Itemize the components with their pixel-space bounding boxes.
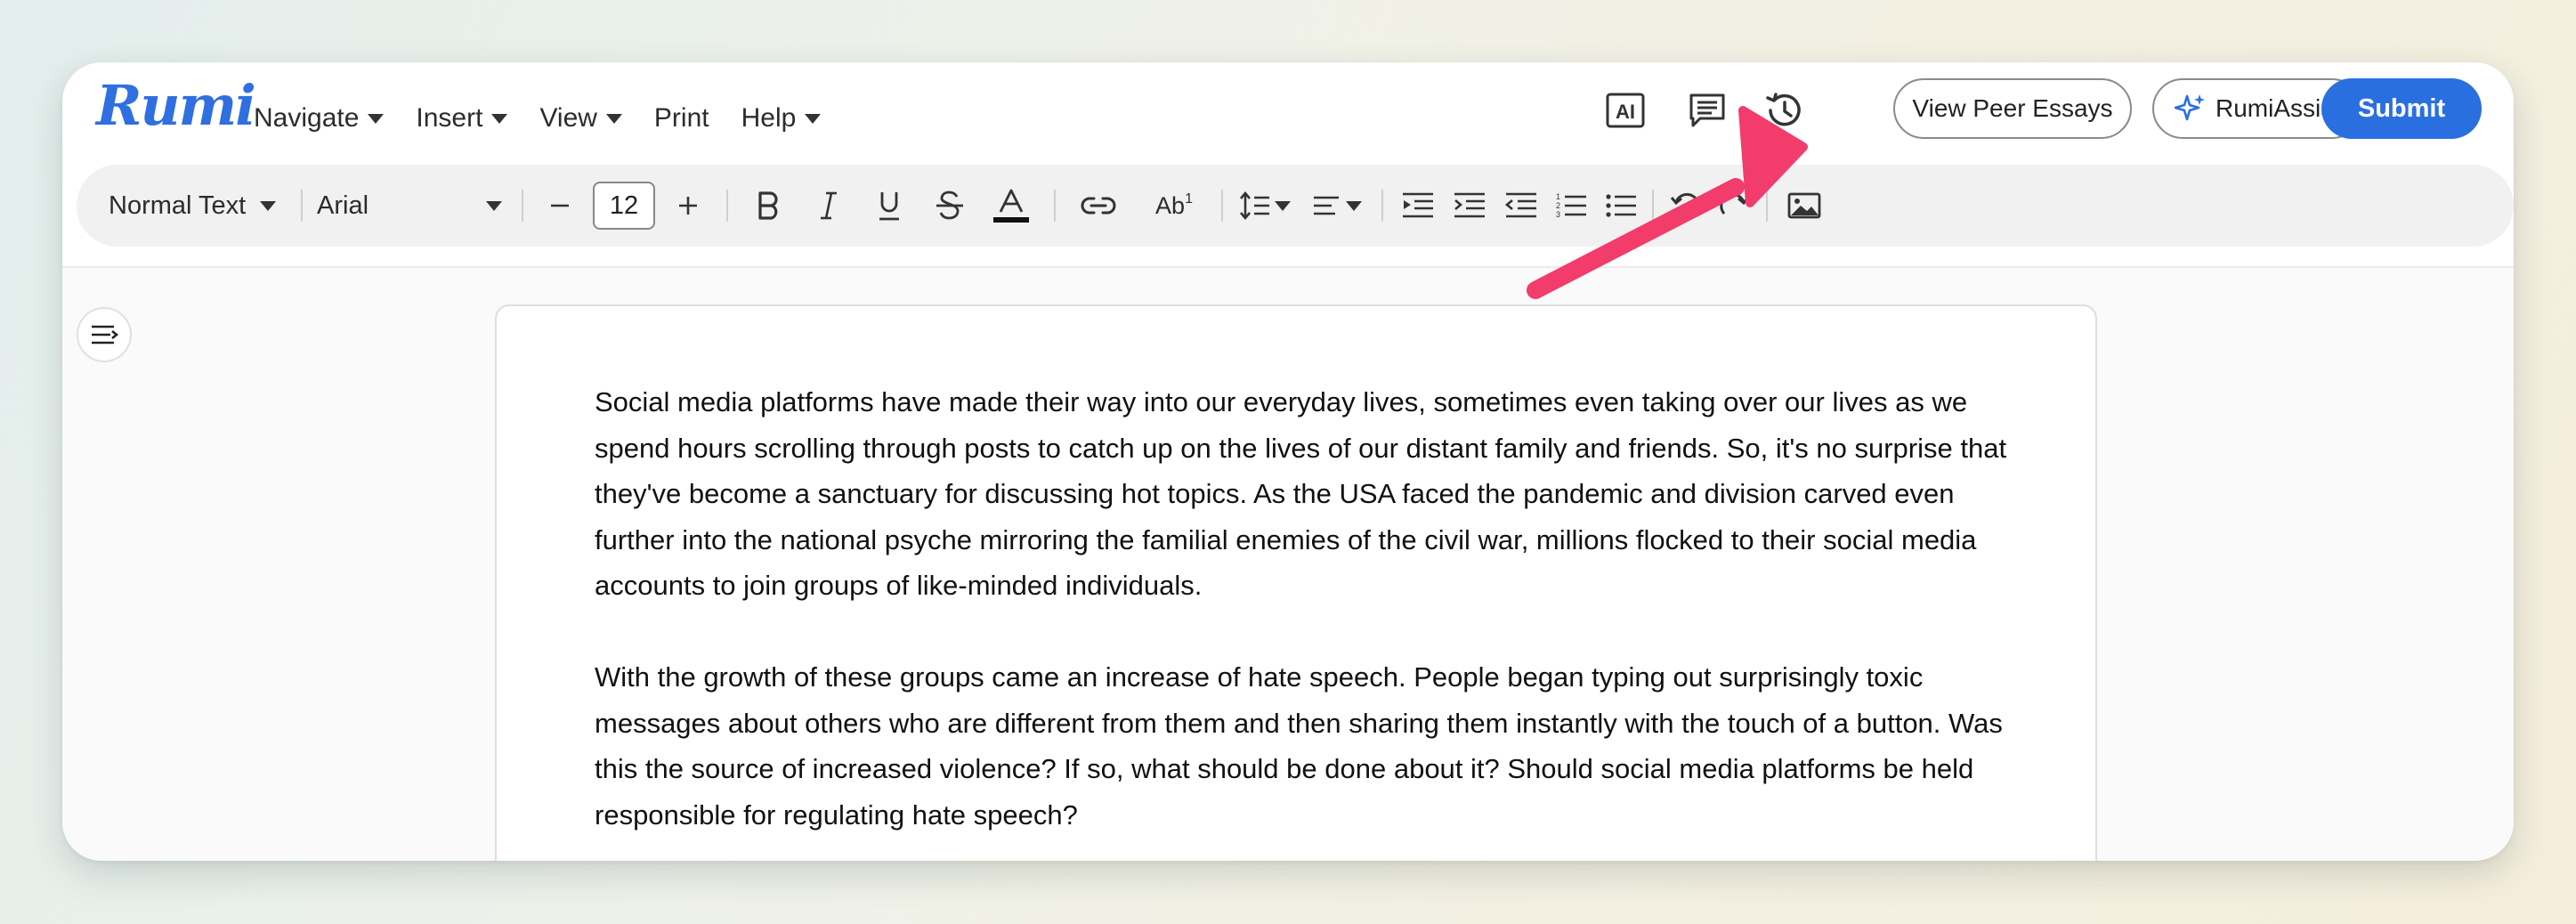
ai-button[interactable]: AI [1602, 87, 1648, 134]
first-line-indent-icon [1403, 192, 1433, 218]
svg-text:1: 1 [1556, 192, 1560, 201]
text-color-icon [993, 189, 1029, 223]
indent-icon [1454, 192, 1485, 218]
increase-font-size-button[interactable] [668, 165, 709, 247]
toolbar-divider [1221, 190, 1223, 222]
strikethrough-icon [936, 190, 963, 220]
comments-button[interactable] [1684, 87, 1730, 134]
italic-icon [821, 191, 837, 220]
paragraph-style-value: Normal Text [109, 190, 247, 220]
main-menu: Navigate Insert View Print Help [254, 98, 853, 139]
strikethrough-button[interactable] [928, 165, 972, 247]
document-page[interactable]: Social media platforms have made their w… [495, 304, 2097, 861]
menu-help-label: Help [741, 103, 797, 133]
line-spacing-button[interactable] [1234, 165, 1296, 247]
chevron-down-icon [486, 200, 502, 211]
link-button[interactable] [1072, 165, 1125, 247]
menu-view-label: View [539, 103, 597, 133]
essay-paragraph-1[interactable]: Social media platforms have made their w… [595, 379, 2019, 609]
underline-icon [879, 192, 899, 221]
svg-text:AI: AI [1616, 101, 1635, 123]
chevron-down-icon [491, 113, 508, 124]
toolbar-divider [726, 190, 728, 222]
toolbar-divider [1054, 190, 1056, 222]
history-icon [1766, 93, 1801, 126]
toolbar-divider [1381, 190, 1383, 222]
menu-insert[interactable]: Insert [416, 98, 508, 139]
superscript-button[interactable]: Ab 1 [1143, 165, 1205, 247]
essay-paragraph-2[interactable]: With the growth of these groups came an … [595, 654, 2019, 838]
ai-icon: AI [1606, 93, 1645, 128]
bullet-list-icon [1606, 194, 1636, 217]
undo-button[interactable] [1661, 165, 1709, 247]
font-family-select[interactable]: Arial [317, 165, 504, 247]
editor-window: Rumi Navigate Insert View Print Help AI … [62, 62, 2514, 861]
top-bar: Rumi Navigate Insert View Print Help AI … [62, 62, 2514, 165]
numbered-list-icon: 123 [1556, 192, 1586, 219]
svg-text:3: 3 [1556, 210, 1560, 219]
outdent-button[interactable] [1497, 165, 1545, 247]
formatting-toolbar: Normal Text Arial 12 Ab 1 1 2 3 [77, 165, 2514, 247]
align-left-icon [1314, 196, 1339, 215]
bold-icon [758, 191, 778, 220]
font-size-value: 12 [609, 190, 639, 220]
outline-icon [92, 325, 119, 344]
rumi-logo[interactable]: Rumi [96, 73, 256, 138]
chevron-down-icon [260, 200, 277, 211]
menu-print[interactable]: Print [654, 98, 709, 139]
menu-navigate[interactable]: Navigate [254, 98, 385, 139]
outdent-icon [1504, 192, 1536, 218]
history-button[interactable] [1761, 87, 1807, 134]
outline-toggle-button[interactable] [77, 307, 132, 362]
undo-icon [1670, 192, 1700, 215]
redo-icon [1720, 192, 1750, 215]
plus-icon [679, 197, 697, 215]
bold-button[interactable] [746, 165, 790, 247]
paragraph-style-select[interactable]: Normal Text [109, 165, 287, 247]
superscript-icon: Ab [1155, 191, 1186, 219]
menu-view[interactable]: View [539, 98, 622, 139]
underline-button[interactable] [867, 165, 911, 247]
chevron-down-icon [1346, 200, 1362, 211]
chevron-down-icon [805, 113, 822, 124]
indent-first-line-button[interactable] [1394, 165, 1442, 247]
chevron-down-icon [605, 113, 622, 124]
menu-insert-label: Insert [416, 103, 483, 133]
redo-button[interactable] [1711, 165, 1759, 247]
indent-button[interactable] [1446, 165, 1494, 247]
menu-help[interactable]: Help [741, 98, 822, 139]
chevron-down-icon [1275, 200, 1291, 211]
view-peer-essays-label: View Peer Essays [1912, 94, 2113, 122]
menu-navigate-label: Navigate [254, 103, 360, 133]
align-button[interactable] [1305, 165, 1369, 247]
decrease-font-size-button[interactable] [539, 165, 580, 247]
view-peer-essays-button[interactable]: View Peer Essays [1893, 78, 2132, 139]
minus-icon [551, 204, 569, 207]
superscript-one: 1 [1185, 191, 1193, 207]
font-size-input[interactable]: 12 [593, 182, 655, 230]
toolbar-divider [522, 190, 523, 222]
text-color-button[interactable] [986, 165, 1036, 247]
numbered-list-button[interactable]: 123 [1547, 165, 1595, 247]
italic-button[interactable] [806, 165, 851, 247]
bullet-list-button[interactable] [1597, 165, 1645, 247]
toolbar-divider [1766, 190, 1768, 222]
insert-image-button[interactable] [1780, 165, 1828, 247]
menu-print-label: Print [653, 103, 709, 133]
svg-text:2: 2 [1556, 201, 1560, 210]
toolbar-divider [1652, 190, 1654, 222]
link-icon [1081, 197, 1116, 215]
comment-icon [1689, 93, 1725, 127]
chevron-down-icon [368, 113, 385, 124]
submit-label: Submit [2357, 93, 2446, 123]
toolbar-divider [301, 190, 303, 222]
image-icon [1787, 192, 1821, 219]
line-spacing-icon [1240, 190, 1269, 221]
submit-button[interactable]: Submit [2321, 78, 2482, 139]
font-family-value: Arial [317, 190, 369, 220]
sparkle-icon [2174, 94, 2205, 121]
